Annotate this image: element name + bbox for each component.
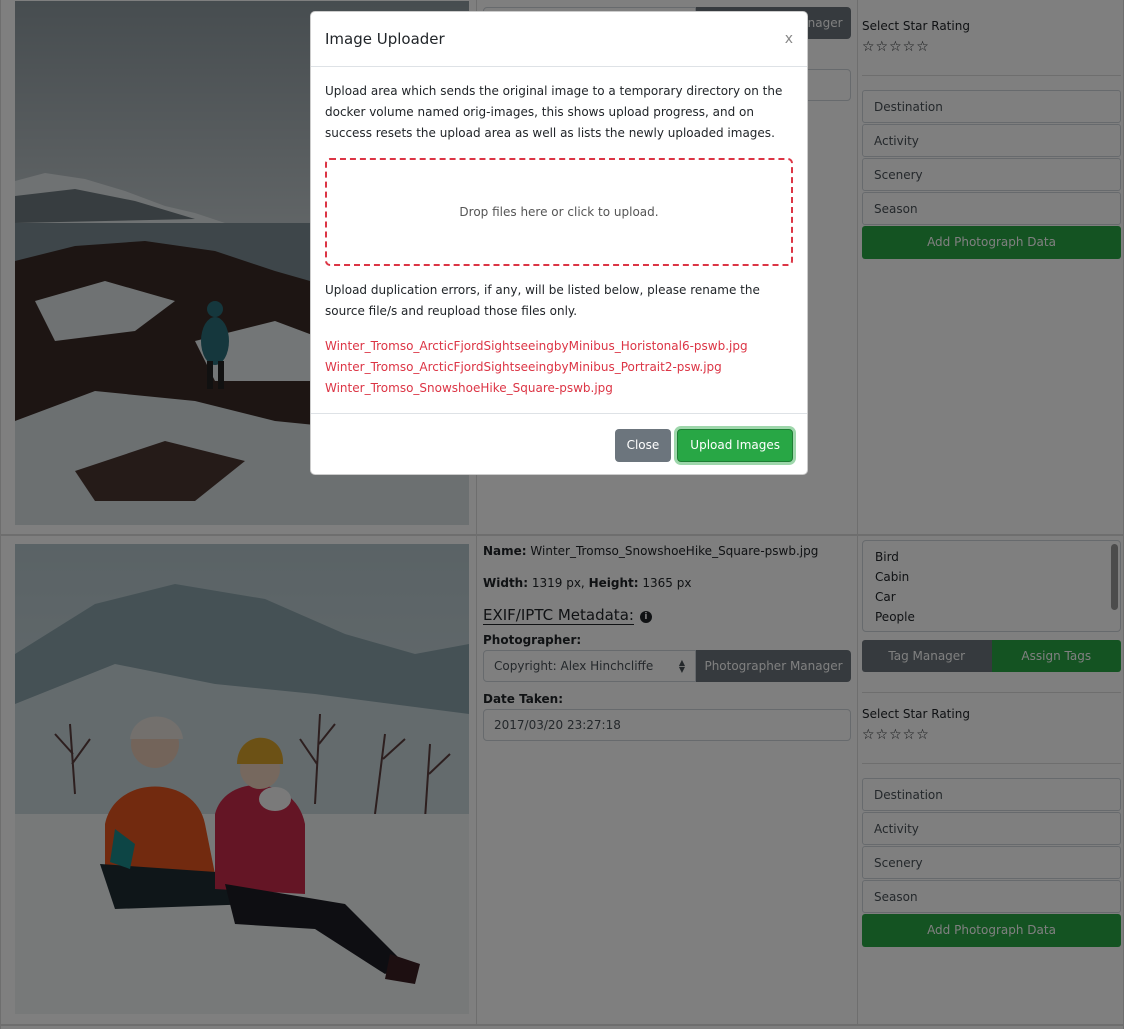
error-item: Winter_Tromso_ArcticFjordSightseeingbyMi… (325, 339, 748, 353)
upload-dropzone[interactable]: Drop files here or click to upload. (325, 158, 793, 266)
modal-title: Image Uploader (325, 30, 445, 48)
modal-footer: Close Upload Images (311, 414, 807, 477)
dropzone-text: Drop files here or click to upload. (459, 204, 659, 219)
modal-body: Upload area which sends the original ima… (311, 67, 807, 414)
upload-description: Upload area which sends the original ima… (325, 84, 783, 140)
upload-images-button[interactable]: Upload Images (677, 429, 793, 462)
modal-header: Image Uploader x (311, 12, 807, 67)
image-uploader-modal: Image Uploader x Upload area which sends… (310, 11, 808, 475)
error-item: Winter_Tromso_ArcticFjordSightseeingbyMi… (325, 360, 722, 374)
error-list: Winter_Tromso_ArcticFjordSightseeingbyMi… (325, 336, 793, 399)
close-icon[interactable]: x (785, 31, 793, 47)
close-button[interactable]: Close (614, 429, 672, 462)
duplication-note: Upload duplication errors, if any, will … (325, 283, 760, 318)
error-item: Winter_Tromso_SnowshoeHike_Square-pswb.j… (325, 381, 613, 395)
